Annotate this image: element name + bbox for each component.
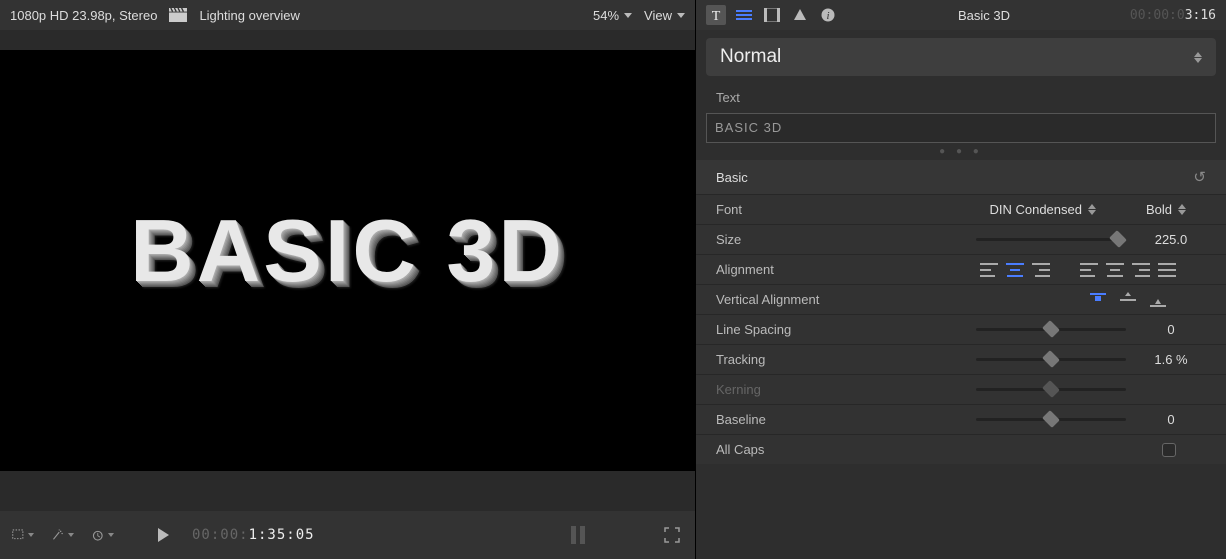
chevron-down-icon bbox=[677, 13, 685, 18]
align-left-button[interactable] bbox=[980, 263, 998, 277]
reset-icon[interactable]: ↺ bbox=[1193, 168, 1206, 186]
vertical-alignment-buttons bbox=[1090, 293, 1166, 307]
size-label: Size bbox=[716, 232, 856, 247]
generator-inspector-tab[interactable] bbox=[790, 5, 810, 25]
chevron-down-icon bbox=[108, 533, 114, 537]
size-slider[interactable] bbox=[976, 238, 1126, 241]
basic-section-label: Basic bbox=[716, 170, 748, 185]
playhead-timecode[interactable]: 00:00:1:35:05 bbox=[192, 527, 315, 543]
audio-meter-icon bbox=[571, 526, 585, 544]
font-weight-dropdown[interactable]: Bold bbox=[1146, 202, 1186, 217]
baseline-row: Baseline 0 bbox=[696, 404, 1226, 434]
viewer-header: 1080p HD 23.98p, Stereo Lighting overvie… bbox=[0, 0, 695, 30]
retime-tool-button[interactable] bbox=[92, 526, 114, 544]
baseline-slider[interactable] bbox=[976, 418, 1126, 421]
font-row: Font DIN Condensed Bold bbox=[696, 194, 1226, 224]
alignment-buttons bbox=[980, 263, 1176, 277]
viewer-canvas[interactable]: BASIC 3D bbox=[0, 50, 695, 471]
baseline-label: Baseline bbox=[716, 412, 856, 427]
alignment-row: Alignment bbox=[696, 254, 1226, 284]
crop-tool-button[interactable] bbox=[12, 526, 34, 544]
font-family-dropdown[interactable]: DIN Condensed bbox=[989, 202, 1096, 217]
kerning-slider bbox=[976, 388, 1126, 391]
size-value[interactable]: 225.0 bbox=[1136, 232, 1206, 247]
chevron-down-icon bbox=[28, 533, 34, 537]
viewer-footer: 00:00:1:35:05 bbox=[0, 511, 695, 559]
chevron-down-icon bbox=[624, 13, 632, 18]
svg-text:i: i bbox=[826, 10, 829, 22]
alignment-label: Alignment bbox=[716, 262, 856, 277]
align-center-button[interactable] bbox=[1006, 263, 1024, 277]
line-spacing-row: Line Spacing 0 bbox=[696, 314, 1226, 344]
basic-section-header[interactable]: Basic ↺ bbox=[696, 160, 1226, 194]
baseline-value[interactable]: 0 bbox=[1136, 412, 1206, 427]
zoom-dropdown[interactable]: 54% bbox=[593, 8, 632, 23]
align-justify-full-button[interactable] bbox=[1158, 263, 1176, 277]
font-label: Font bbox=[716, 202, 856, 217]
clapperboard-icon bbox=[169, 8, 187, 22]
text-style-value: Normal bbox=[720, 46, 781, 68]
text-style-dropdown[interactable]: Normal bbox=[706, 38, 1216, 76]
valign-middle-button[interactable] bbox=[1120, 293, 1136, 307]
title-inspector-tab[interactable] bbox=[734, 5, 754, 25]
line-spacing-label: Line Spacing bbox=[716, 322, 856, 337]
align-justify-center-button[interactable] bbox=[1106, 263, 1124, 277]
tracking-row: Tracking 1.6 % bbox=[696, 344, 1226, 374]
stepper-icon bbox=[1194, 52, 1202, 63]
zoom-value: 54% bbox=[593, 8, 619, 23]
inspector-timecode: 00:00:03:16 bbox=[1130, 8, 1216, 23]
vertical-alignment-row: Vertical Alignment bbox=[696, 284, 1226, 314]
tracking-slider[interactable] bbox=[976, 358, 1126, 361]
text-content-field[interactable]: BASIC 3D bbox=[706, 113, 1216, 143]
effects-tool-button[interactable] bbox=[52, 526, 74, 544]
line-spacing-value[interactable]: 0 bbox=[1136, 322, 1206, 337]
valign-bottom-button[interactable] bbox=[1150, 293, 1166, 307]
text-inspector-tab[interactable]: T bbox=[706, 5, 726, 25]
inspector-header: T i Basic 3D 00:00:03:16 bbox=[696, 0, 1226, 30]
svg-text:T: T bbox=[712, 9, 721, 22]
valign-top-button[interactable] bbox=[1090, 293, 1106, 307]
view-label: View bbox=[644, 8, 672, 23]
canvas-3d-title: BASIC 3D bbox=[130, 200, 565, 302]
line-spacing-slider[interactable] bbox=[976, 328, 1126, 331]
kerning-label: Kerning bbox=[716, 382, 856, 397]
inspector-pane: T i Basic 3D 00:00:03:16 Normal Text BAS… bbox=[695, 0, 1226, 559]
align-justify-right-button[interactable] bbox=[1132, 263, 1150, 277]
all-caps-label: All Caps bbox=[716, 442, 856, 457]
play-icon bbox=[158, 528, 169, 542]
video-inspector-tab[interactable] bbox=[762, 5, 782, 25]
resize-handle-icon[interactable]: ● ● ● bbox=[696, 143, 1226, 160]
viewer-format: 1080p HD 23.98p, Stereo bbox=[10, 8, 157, 23]
viewer-clip-title: Lighting overview bbox=[199, 8, 299, 23]
text-section-label: Text bbox=[696, 84, 1226, 111]
chevron-down-icon bbox=[68, 533, 74, 537]
align-right-button[interactable] bbox=[1032, 263, 1050, 277]
tracking-value[interactable]: 1.6 % bbox=[1136, 352, 1206, 367]
kerning-row: Kerning bbox=[696, 374, 1226, 404]
vertical-alignment-label: Vertical Alignment bbox=[716, 292, 856, 307]
inspector-clip-name: Basic 3D bbox=[958, 8, 1010, 23]
fullscreen-button[interactable] bbox=[661, 526, 683, 544]
view-dropdown[interactable]: View bbox=[644, 8, 685, 23]
size-row: Size 225.0 bbox=[696, 224, 1226, 254]
info-inspector-tab[interactable]: i bbox=[818, 5, 838, 25]
tracking-label: Tracking bbox=[716, 352, 856, 367]
play-button[interactable] bbox=[152, 526, 174, 544]
viewer-pane: 1080p HD 23.98p, Stereo Lighting overvie… bbox=[0, 0, 695, 559]
all-caps-checkbox[interactable] bbox=[1162, 443, 1176, 457]
all-caps-row: All Caps bbox=[696, 434, 1226, 464]
align-justify-left-button[interactable] bbox=[1080, 263, 1098, 277]
